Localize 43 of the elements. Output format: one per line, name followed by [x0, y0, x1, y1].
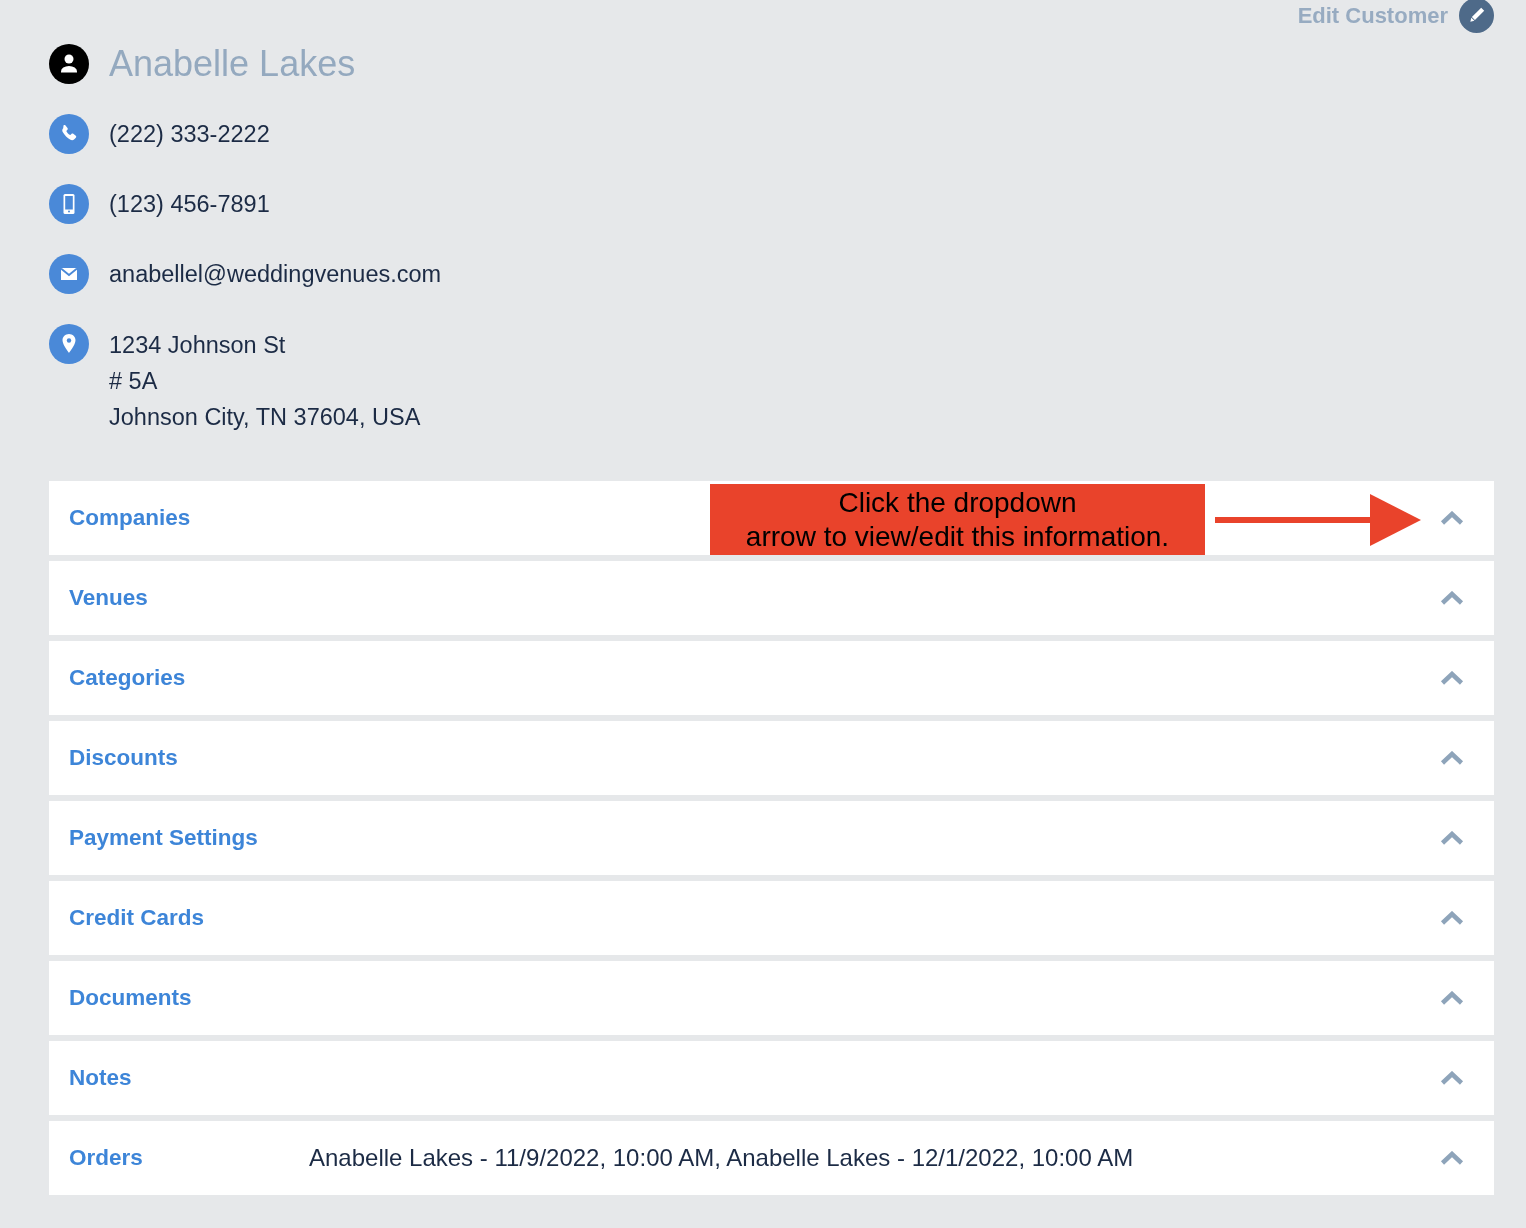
envelope-icon — [49, 254, 89, 294]
section-title: Documents — [69, 985, 193, 1011]
mobile-number: (123) 456-7891 — [109, 190, 270, 219]
chevron-up-icon[interactable] — [1440, 1151, 1464, 1165]
section-title: Credit Cards — [69, 905, 206, 931]
chevron-up-icon[interactable] — [1440, 1071, 1464, 1085]
address-line: # 5A — [109, 367, 159, 396]
section-title: Companies — [69, 505, 192, 531]
person-icon — [49, 44, 89, 84]
pencil-icon — [1459, 0, 1494, 33]
phone-number: (222) 333-2222 — [109, 120, 270, 149]
accordion-panel[interactable]: Companies Click the dropdown arrow to view/edit this information. — [49, 481, 1494, 555]
accordion-panel[interactable]: Credit Cards — [49, 881, 1494, 955]
chevron-up-icon[interactable] — [1440, 751, 1464, 765]
section-title: Payment Settings — [69, 825, 259, 851]
accordion-panel[interactable]: Documents — [49, 961, 1494, 1035]
address-line: Johnson City, TN 37604, USA — [109, 403, 421, 432]
accordion-panel[interactable]: Notes — [49, 1041, 1494, 1115]
customer-name: Anabelle Lakes — [109, 44, 356, 84]
section-title: Venues — [69, 585, 149, 611]
map-pin-icon — [49, 324, 89, 364]
accordion-panel[interactable]: Discounts — [49, 721, 1494, 795]
section-title: Notes — [69, 1065, 133, 1091]
accordion-panel[interactable]: Categories — [49, 641, 1494, 715]
section-title: Orders — [69, 1145, 144, 1171]
section-title: Discounts — [69, 745, 179, 771]
section-title: Categories — [69, 665, 187, 691]
email-address: anabellel@weddingvenues.com — [109, 260, 442, 289]
orders-summary: Anabelle Lakes - 11/9/2022, 10:00 AM, Anabelle Lakes - 12/1/2022, 10:00 AM — [309, 1144, 1134, 1172]
accordion-panel[interactable]: Orders Anabelle Lakes - 11/9/2022, 10:00 AM, Anabelle Lakes - 12/1/2022, 10:00 AM — [49, 1121, 1494, 1195]
phone-icon — [49, 114, 89, 154]
chevron-up-icon[interactable] — [1440, 591, 1464, 605]
edit-customer-button[interactable]: Edit Customer — [1297, 0, 1494, 33]
chevron-up-icon[interactable] — [1440, 991, 1464, 1005]
address-line: 1234 Johnson St — [109, 331, 287, 360]
chevron-up-icon[interactable] — [1440, 671, 1464, 685]
chevron-up-icon[interactable] — [1440, 511, 1464, 525]
chevron-up-icon[interactable] — [1440, 911, 1464, 925]
callout-note: Click the dropdown arrow to view/edit this information. — [710, 484, 1205, 555]
chevron-up-icon[interactable] — [1440, 831, 1464, 845]
mobile-phone-icon — [49, 184, 89, 224]
accordion-panel[interactable]: Venues — [49, 561, 1494, 635]
accordion-panel[interactable]: Payment Settings — [49, 801, 1494, 875]
